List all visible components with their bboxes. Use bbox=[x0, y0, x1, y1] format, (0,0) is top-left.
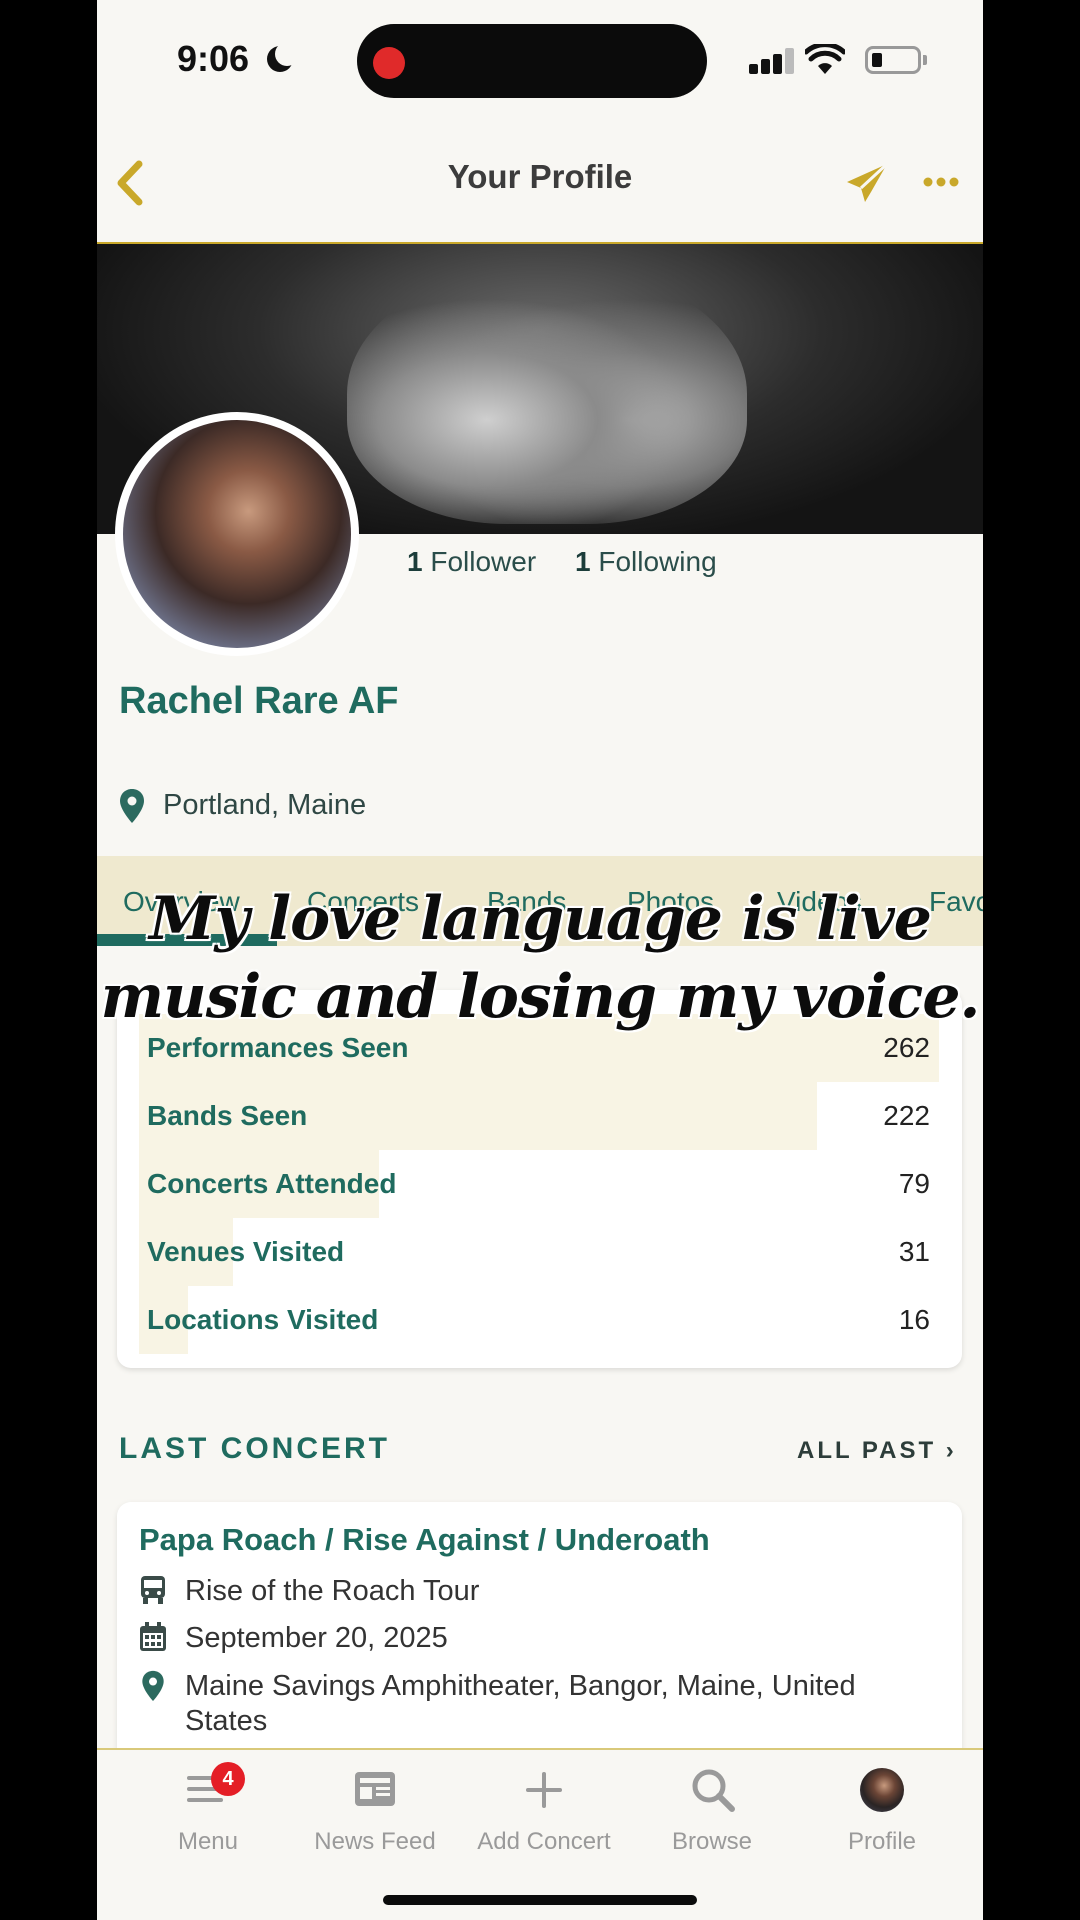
followers-link[interactable]: 1 Follower bbox=[407, 546, 536, 578]
signal-icon bbox=[749, 48, 794, 74]
stat-label: Bands Seen bbox=[147, 1100, 308, 1131]
following-label: Following bbox=[598, 546, 717, 577]
stat-label: Performances Seen bbox=[147, 1032, 409, 1063]
video-caption-overlay: My love language is live music and losin… bbox=[97, 880, 983, 1036]
caption-line-1: My love language is live bbox=[149, 884, 932, 954]
nav-news-feed[interactable]: News Feed bbox=[290, 1828, 460, 1856]
dynamic-island bbox=[357, 24, 707, 98]
battery-icon bbox=[865, 46, 921, 74]
moon-icon bbox=[267, 42, 299, 72]
stat-value: 31 bbox=[898, 1236, 930, 1267]
stat-label: Venues Visited bbox=[147, 1236, 345, 1267]
nav-browse[interactable]: Browse bbox=[627, 1828, 797, 1856]
concert-venue: Maine Savings Amphitheater, Bangor, Main… bbox=[185, 1670, 856, 1738]
profile-location: Portland, Maine bbox=[163, 789, 367, 821]
add-icon[interactable] bbox=[526, 1772, 562, 1808]
venue-pin-icon bbox=[142, 1670, 164, 1702]
send-icon[interactable] bbox=[845, 162, 889, 204]
all-past-link[interactable]: ALL PAST › bbox=[797, 1437, 957, 1465]
last-concert-heading: LAST CONCERT bbox=[119, 1432, 390, 1465]
profile-name: Rachel Rare AF bbox=[119, 680, 399, 722]
concert-date: September 20, 2025 bbox=[185, 1622, 448, 1654]
status-time: 9:06 bbox=[177, 38, 250, 79]
battery-nub bbox=[923, 55, 927, 65]
stat-label: Locations Visited bbox=[147, 1304, 379, 1335]
nav-add-concert[interactable]: Add Concert bbox=[459, 1828, 629, 1856]
following-count: 1 bbox=[575, 546, 591, 577]
cover-photo-subject bbox=[347, 264, 747, 524]
stat-label: Concerts Attended bbox=[147, 1168, 397, 1199]
stat-value: 79 bbox=[898, 1168, 930, 1199]
chevron-right-icon: › bbox=[945, 1437, 957, 1464]
app-screen: 9:06 Your Profile 1 Follower 1 Following… bbox=[97, 0, 983, 1920]
caption-line-2: music and losing my voice. bbox=[100, 962, 981, 1032]
followers-label: Follower bbox=[430, 546, 537, 577]
more-options-icon[interactable] bbox=[923, 176, 959, 188]
nav-profile[interactable]: Profile bbox=[797, 1828, 967, 1856]
search-icon[interactable] bbox=[691, 1768, 735, 1812]
home-indicator bbox=[383, 1895, 697, 1905]
wifi-icon bbox=[805, 44, 845, 74]
concert-title[interactable]: Papa Roach / Rise Against / Underoath bbox=[139, 1522, 710, 1558]
calendar-icon bbox=[140, 1622, 166, 1651]
location-pin-icon bbox=[120, 789, 144, 823]
concert-tour: Rise of the Roach Tour bbox=[185, 1575, 480, 1607]
menu-notification-badge: 4 bbox=[211, 1762, 245, 1796]
bus-icon bbox=[141, 1576, 165, 1604]
stats-card: Performances Seen 262 Bands Seen 222 Concert… bbox=[117, 990, 962, 1368]
news-feed-icon[interactable] bbox=[353, 1770, 397, 1808]
recording-indicator-icon bbox=[373, 47, 405, 79]
following-link[interactable]: 1 Following bbox=[575, 546, 717, 578]
stat-value: 222 bbox=[883, 1100, 930, 1131]
followers-count: 1 bbox=[407, 546, 423, 577]
concert-venue-line-1: Maine Savings Amphitheater, Bangor, Main… bbox=[185, 1670, 856, 1702]
all-past-label: ALL PAST bbox=[797, 1437, 937, 1464]
stat-value: 262 bbox=[883, 1032, 930, 1063]
stat-value: 16 bbox=[898, 1304, 930, 1335]
avatar[interactable] bbox=[123, 420, 351, 648]
profile-avatar-icon[interactable] bbox=[860, 1768, 904, 1812]
concert-venue-line-2: States bbox=[185, 1705, 268, 1737]
nav-menu[interactable]: Menu bbox=[123, 1828, 293, 1856]
